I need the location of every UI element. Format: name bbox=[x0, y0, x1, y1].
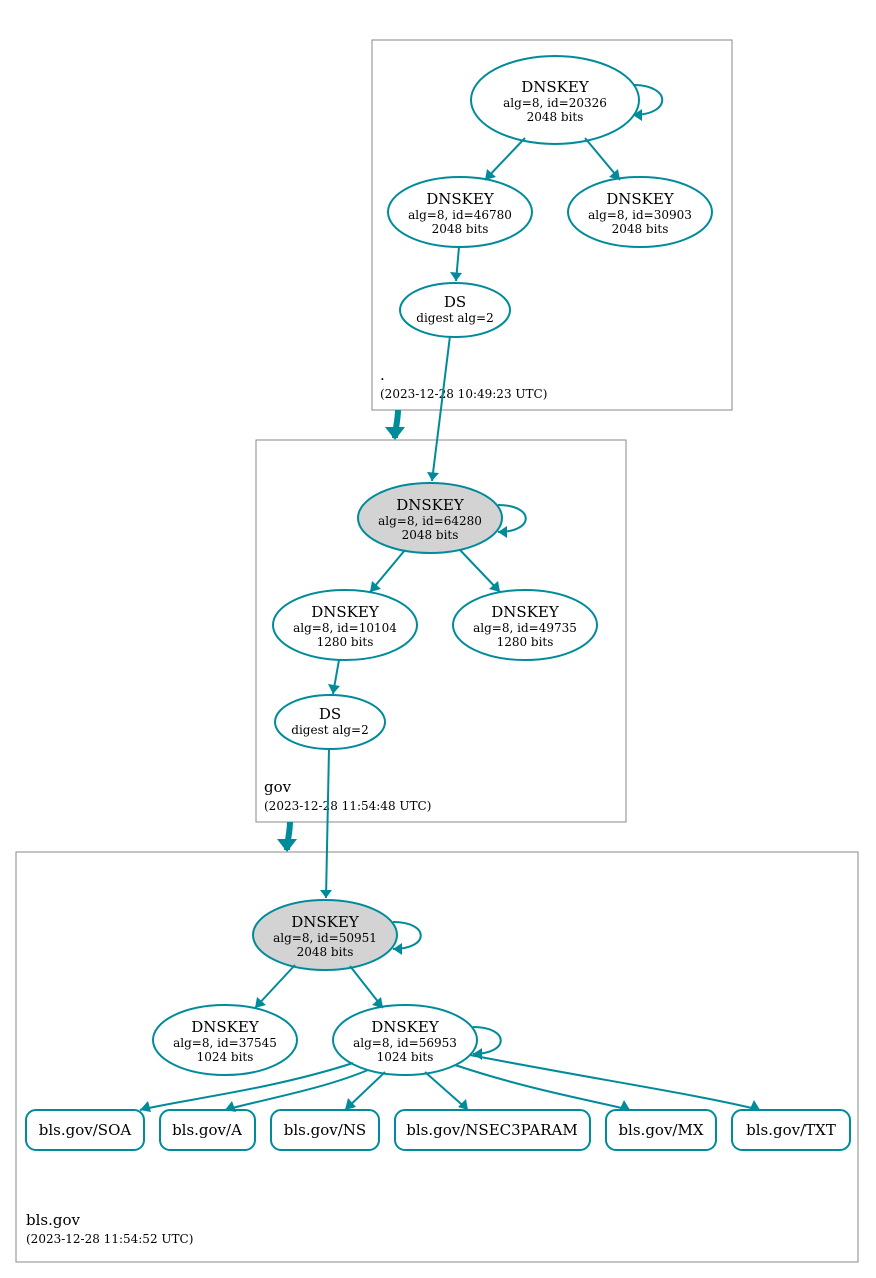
node-root-zsk1-alg: alg=8, id=46780 bbox=[408, 208, 512, 222]
node-rr-soa: bls.gov/SOA bbox=[26, 1110, 144, 1150]
node-gov-ds-alg: digest alg=2 bbox=[291, 723, 368, 737]
rr-txt-label: bls.gov/TXT bbox=[746, 1121, 836, 1139]
zone-root: . (2023-12-28 10:49:23 UTC) DNSKEY alg=8… bbox=[372, 40, 732, 410]
zone-gov-timestamp: (2023-12-28 11:54:48 UTC) bbox=[264, 799, 431, 813]
node-bls-zsk2-bits: 1024 bits bbox=[377, 1050, 434, 1064]
arrow-zsk2-txt bbox=[749, 1100, 760, 1111]
node-gov-zsk2-title: DNSKEY bbox=[491, 603, 560, 621]
node-root-zsk2-bits: 2048 bits bbox=[612, 222, 669, 236]
zone-bls-label: bls.gov bbox=[26, 1211, 80, 1229]
node-root-ds-alg: digest alg=2 bbox=[416, 311, 493, 325]
node-bls-zsk1-alg: alg=8, id=37545 bbox=[173, 1036, 277, 1050]
arrow-gov-ksk-zsk1 bbox=[370, 581, 381, 592]
node-gov-zsk1-alg: alg=8, id=10104 bbox=[293, 621, 397, 635]
zone-gov-label: gov bbox=[264, 778, 292, 796]
node-gov-ds-title: DS bbox=[319, 705, 341, 723]
node-gov-ksk-title: DNSKEY bbox=[396, 496, 465, 514]
rr-a-label: bls.gov/A bbox=[172, 1121, 242, 1139]
arrow-delegation-gov-bls bbox=[277, 839, 297, 852]
node-rr-a: bls.gov/A bbox=[160, 1110, 255, 1150]
node-gov-ksk-alg: alg=8, id=64280 bbox=[378, 514, 482, 528]
node-bls-ksk-bits: 2048 bits bbox=[297, 945, 354, 959]
zone-bls-timestamp: (2023-12-28 11:54:52 UTC) bbox=[26, 1232, 193, 1246]
node-bls-zsk1-bits: 1024 bits bbox=[197, 1050, 254, 1064]
arrow-gov-ds-bls-ksk bbox=[320, 890, 332, 898]
zone-root-label: . bbox=[380, 366, 385, 384]
node-gov-zsk2-alg: alg=8, id=49735 bbox=[473, 621, 577, 635]
arrow-root-ds-gov-ksk bbox=[427, 472, 439, 481]
arrow-delegation-root-gov bbox=[385, 427, 405, 440]
node-rr-ns: bls.gov/NS bbox=[271, 1110, 379, 1150]
rr-mx-label: bls.gov/MX bbox=[618, 1121, 703, 1139]
node-root-ds: DS digest alg=2 bbox=[400, 283, 510, 337]
node-bls-zsk1: DNSKEY alg=8, id=37545 1024 bits bbox=[153, 1005, 297, 1075]
node-bls-zsk2-title: DNSKEY bbox=[371, 1018, 440, 1036]
rr-ns-label: bls.gov/NS bbox=[284, 1121, 366, 1139]
node-gov-zsk1-title: DNSKEY bbox=[311, 603, 380, 621]
zone-root-timestamp: (2023-12-28 10:49:23 UTC) bbox=[380, 387, 547, 401]
node-gov-ksk: DNSKEY alg=8, id=64280 2048 bits bbox=[358, 483, 502, 553]
edge-gov-ds-bls-ksk bbox=[326, 749, 329, 898]
node-root-ksk-bits: 2048 bits bbox=[527, 110, 584, 124]
node-rr-mx: bls.gov/MX bbox=[606, 1110, 716, 1150]
arrow-bls-ksk-zsk2 bbox=[372, 997, 383, 1008]
zone-gov: gov (2023-12-28 11:54:48 UTC) DNSKEY alg… bbox=[256, 336, 626, 822]
node-bls-ksk-alg: alg=8, id=50951 bbox=[273, 931, 377, 945]
node-root-ds-title: DS bbox=[444, 293, 466, 311]
node-gov-zsk1-bits: 1280 bits bbox=[317, 635, 374, 649]
arrow-gov-zsk1-ds bbox=[328, 684, 340, 694]
node-bls-zsk2-alg: alg=8, id=56953 bbox=[353, 1036, 457, 1050]
node-bls-ksk-title: DNSKEY bbox=[291, 913, 360, 931]
node-root-zsk1: DNSKEY alg=8, id=46780 2048 bits bbox=[388, 177, 532, 247]
node-root-zsk2-title: DNSKEY bbox=[606, 190, 675, 208]
node-root-ksk: DNSKEY alg=8, id=20326 2048 bits bbox=[471, 56, 639, 144]
node-root-zsk1-bits: 2048 bits bbox=[432, 222, 489, 236]
arrow-zsk2-nsec3 bbox=[458, 1099, 468, 1110]
node-rr-txt: bls.gov/TXT bbox=[732, 1110, 850, 1150]
rr-soa-label: bls.gov/SOA bbox=[39, 1121, 132, 1139]
node-root-zsk2-alg: alg=8, id=30903 bbox=[588, 208, 692, 222]
arrow-root-ksk-zsk2 bbox=[609, 169, 620, 180]
node-gov-zsk1: DNSKEY alg=8, id=10104 1280 bits bbox=[273, 590, 417, 660]
node-gov-zsk2: DNSKEY alg=8, id=49735 1280 bits bbox=[453, 590, 597, 660]
edge-zsk2-mx bbox=[455, 1065, 630, 1110]
edge-root-ds-gov-ksk bbox=[432, 336, 450, 481]
node-root-zsk2: DNSKEY alg=8, id=30903 2048 bits bbox=[568, 177, 712, 247]
arrow-zsk2-mx bbox=[619, 1100, 630, 1111]
node-rr-nsec3param: bls.gov/NSEC3PARAM bbox=[395, 1110, 590, 1150]
node-gov-zsk2-bits: 1280 bits bbox=[497, 635, 554, 649]
node-bls-ksk: DNSKEY alg=8, id=50951 2048 bits bbox=[253, 900, 397, 970]
node-bls-zsk1-title: DNSKEY bbox=[191, 1018, 260, 1036]
node-root-ksk-title: DNSKEY bbox=[521, 78, 590, 96]
arrow-root-zsk1-ds bbox=[450, 272, 462, 281]
node-root-ksk-alg: alg=8, id=20326 bbox=[503, 96, 607, 110]
node-gov-ds: DS digest alg=2 bbox=[275, 695, 385, 749]
rr-nsec3param-label: bls.gov/NSEC3PARAM bbox=[406, 1121, 577, 1139]
node-root-zsk1-title: DNSKEY bbox=[426, 190, 495, 208]
node-gov-ksk-bits: 2048 bits bbox=[402, 528, 459, 542]
zone-bls: bls.gov (2023-12-28 11:54:52 UTC) DNSKEY… bbox=[16, 749, 858, 1262]
